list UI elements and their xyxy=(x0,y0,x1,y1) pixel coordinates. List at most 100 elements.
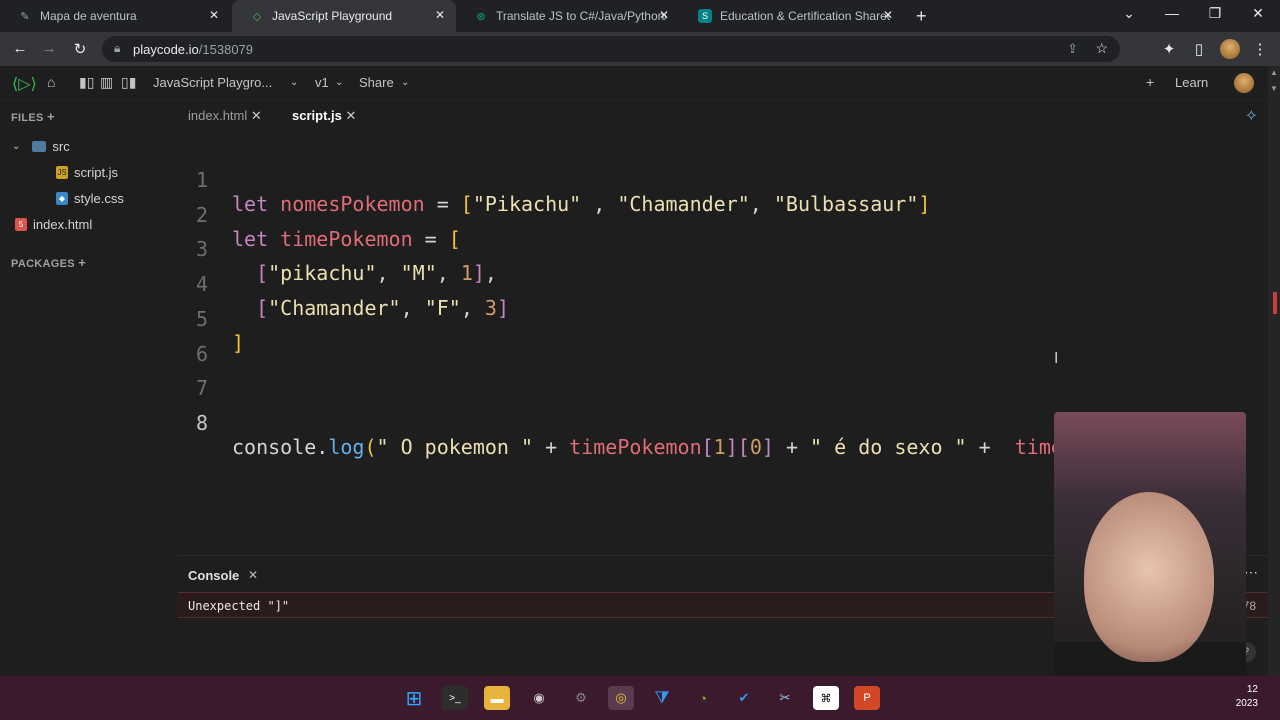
app-icon[interactable]: ⚙ xyxy=(568,686,594,710)
reload-icon[interactable]: ↻ xyxy=(71,40,89,58)
files-header: FILES + xyxy=(11,109,55,124)
url-text: playcode.io/1538079 xyxy=(133,42,254,57)
clock-date[interactable]: 2023 xyxy=(1236,697,1258,711)
code-line[interactable]: 8 console.log(" O pokemon " + timePokemo… xyxy=(178,387,1183,460)
side-panel-icon[interactable]: ▯ xyxy=(1190,40,1208,58)
todo-check-icon[interactable]: ✔ xyxy=(731,686,757,710)
packages-header: PACKAGES + xyxy=(11,255,87,270)
error-marker xyxy=(1273,292,1277,314)
extensions-icon[interactable]: ✦ xyxy=(1160,40,1178,58)
layout-left-icon[interactable]: ▮▯ xyxy=(79,74,94,91)
playcode-icon: ◇ xyxy=(252,10,262,23)
learn-button[interactable]: Learn xyxy=(1175,75,1208,90)
browser-tab[interactable]: S Education & Certification Shared ✕ xyxy=(680,0,904,32)
browser-tab-strip: ✎ Mapa de aventura ✕ ◇ JavaScript Playgr… xyxy=(0,0,1280,32)
add-package-icon[interactable]: + xyxy=(78,255,86,270)
close-icon[interactable]: ✕ xyxy=(251,108,262,123)
version-selector[interactable]: v1 xyxy=(315,75,329,90)
more-options-icon[interactable]: ⋯ xyxy=(1244,564,1258,581)
folder-icon xyxy=(32,141,47,152)
page-scrollbar[interactable]: ▲ ▼ xyxy=(1268,66,1280,676)
menu-kebab-icon[interactable]: ⋮ xyxy=(1251,40,1269,58)
code-line[interactable]: 2 let timePokemon = [ xyxy=(178,179,461,251)
layout-center-icon[interactable]: ▥ xyxy=(100,74,113,91)
file-script-js[interactable]: JS script.js xyxy=(56,165,118,180)
chevron-down-icon[interactable]: ⌄ xyxy=(290,77,298,88)
browser-tab[interactable]: ⊛ Translate JS to C#/Java/Python/R ✕ xyxy=(456,0,680,32)
user-avatar[interactable] xyxy=(1234,73,1254,93)
lock-icon: 🔒︎ xyxy=(114,41,121,55)
css-file-icon: ◆ xyxy=(56,192,68,205)
back-icon[interactable]: ← xyxy=(11,40,29,57)
browser-toolbar: ← → ↻ 🔒︎ playcode.io/1538079 ⇪ ☆ ✦ ▯ ⋮ xyxy=(0,32,1280,66)
tab-title: JavaScript Playground xyxy=(272,9,393,23)
project-title[interactable]: JavaScript Playgro... xyxy=(153,75,272,90)
pen-icon: ✎ xyxy=(20,10,30,23)
snipping-icon[interactable]: ✂ xyxy=(772,686,798,710)
js-file-icon: JS xyxy=(56,166,68,179)
browser-tab[interactable]: ✎ Mapa de aventura ✕ xyxy=(0,0,230,32)
clock-time[interactable]: 12 xyxy=(1247,683,1258,697)
scroll-up-icon[interactable]: ▲ xyxy=(1270,68,1278,77)
sharepoint-icon: S xyxy=(698,9,712,23)
playcode-logo-icon[interactable]: ⟨▷⟩ xyxy=(12,74,37,94)
code-line[interactable]: 6 xyxy=(178,318,226,366)
chatgpt-icon: ⊛ xyxy=(476,10,486,23)
file-index-html[interactable]: 5 index.html xyxy=(15,217,92,232)
bookmark-star-icon[interactable]: ☆ xyxy=(1095,40,1108,57)
code-line[interactable]: 3 ["pikachu", "M", 1], xyxy=(178,213,497,285)
obs-icon[interactable]: ◉ xyxy=(526,686,552,710)
close-icon[interactable]: ✕ xyxy=(656,7,672,23)
new-tab-icon[interactable]: + xyxy=(916,6,927,27)
tab-index-html[interactable]: index.html ✕ xyxy=(188,108,262,124)
folder-src[interactable]: ⌄ src xyxy=(12,139,70,154)
capcut-icon[interactable]: ⌘ xyxy=(813,686,839,710)
share-page-icon[interactable]: ⇪ xyxy=(1067,41,1078,57)
close-window-icon[interactable]: ✕ xyxy=(1248,5,1268,22)
address-bar[interactable]: 🔒︎ playcode.io/1538079 ⇪ ☆ xyxy=(102,36,1120,62)
close-icon[interactable]: ✕ xyxy=(248,568,258,582)
chevron-down-icon[interactable]: ⌄ xyxy=(401,77,409,88)
chevron-down-icon[interactable]: ⌄ xyxy=(12,141,20,152)
plus-icon[interactable]: + xyxy=(1146,74,1154,90)
code-line[interactable]: 7 xyxy=(178,352,226,400)
windows-start-icon[interactable]: ⊞ xyxy=(401,686,427,710)
vscode-icon[interactable]: ⧩ xyxy=(649,686,675,710)
scroll-down-icon[interactable]: ▼ xyxy=(1270,84,1278,93)
close-icon[interactable]: ✕ xyxy=(206,7,222,23)
file-label: index.html xyxy=(33,217,93,232)
file-label: style.css xyxy=(74,191,124,206)
layout-right-icon[interactable]: ▯▮ xyxy=(121,74,136,91)
powerpoint-icon[interactable]: P xyxy=(854,686,880,710)
code-line[interactable]: 4 ["Chamander", "F", 3] xyxy=(178,248,509,320)
minimize-icon[interactable]: — xyxy=(1162,5,1182,21)
code-line[interactable]: 5 ] xyxy=(178,283,244,355)
restore-icon[interactable]: ❐ xyxy=(1205,5,1225,22)
close-icon[interactable]: ✕ xyxy=(432,7,448,23)
file-style-css[interactable]: ◆ style.css xyxy=(56,191,124,206)
close-icon[interactable]: ✕ xyxy=(345,108,356,123)
file-explorer: FILES + ⌄ src JS script.js ◆ style.css 5… xyxy=(0,100,178,676)
console-title: Console xyxy=(188,568,240,583)
forward-icon[interactable]: → xyxy=(40,40,58,57)
browser-tab-active[interactable]: ◇ JavaScript Playground ✕ xyxy=(232,0,456,32)
file-label: script.js xyxy=(74,165,119,180)
webcam-person xyxy=(1084,492,1214,662)
html-file-icon: 5 xyxy=(15,218,27,231)
format-sparkle-icon[interactable]: ✧ xyxy=(1245,106,1258,126)
profile-avatar[interactable] xyxy=(1220,39,1240,59)
playcode-header: ⟨▷⟩ ⌂ ▮▯ ▥ ▯▮ JavaScript Playgro... ⌄ v1… xyxy=(0,66,1268,100)
tab-title: Translate JS to C#/Java/Python/R xyxy=(496,9,666,23)
chevron-down-icon[interactable]: ⌄ xyxy=(335,77,343,88)
share-button[interactable]: Share xyxy=(359,75,394,90)
tab-script-js[interactable]: script.js ✕ xyxy=(292,108,356,124)
file-explorer-icon[interactable]: ▬ xyxy=(484,686,510,710)
chrome-icon[interactable]: ◎ xyxy=(608,686,634,710)
home-icon[interactable]: ⌂ xyxy=(47,74,55,90)
add-file-icon[interactable]: + xyxy=(47,109,55,124)
code-line[interactable]: 1 let nomesPokemon = ["Pikachu" , "Chama… xyxy=(178,144,930,216)
tab-search-icon[interactable]: ⌄ xyxy=(1119,5,1139,22)
close-icon[interactable]: ✕ xyxy=(880,7,896,23)
edge-icon[interactable]: ◔ xyxy=(690,686,716,710)
terminal-icon[interactable]: >_ xyxy=(442,686,468,710)
